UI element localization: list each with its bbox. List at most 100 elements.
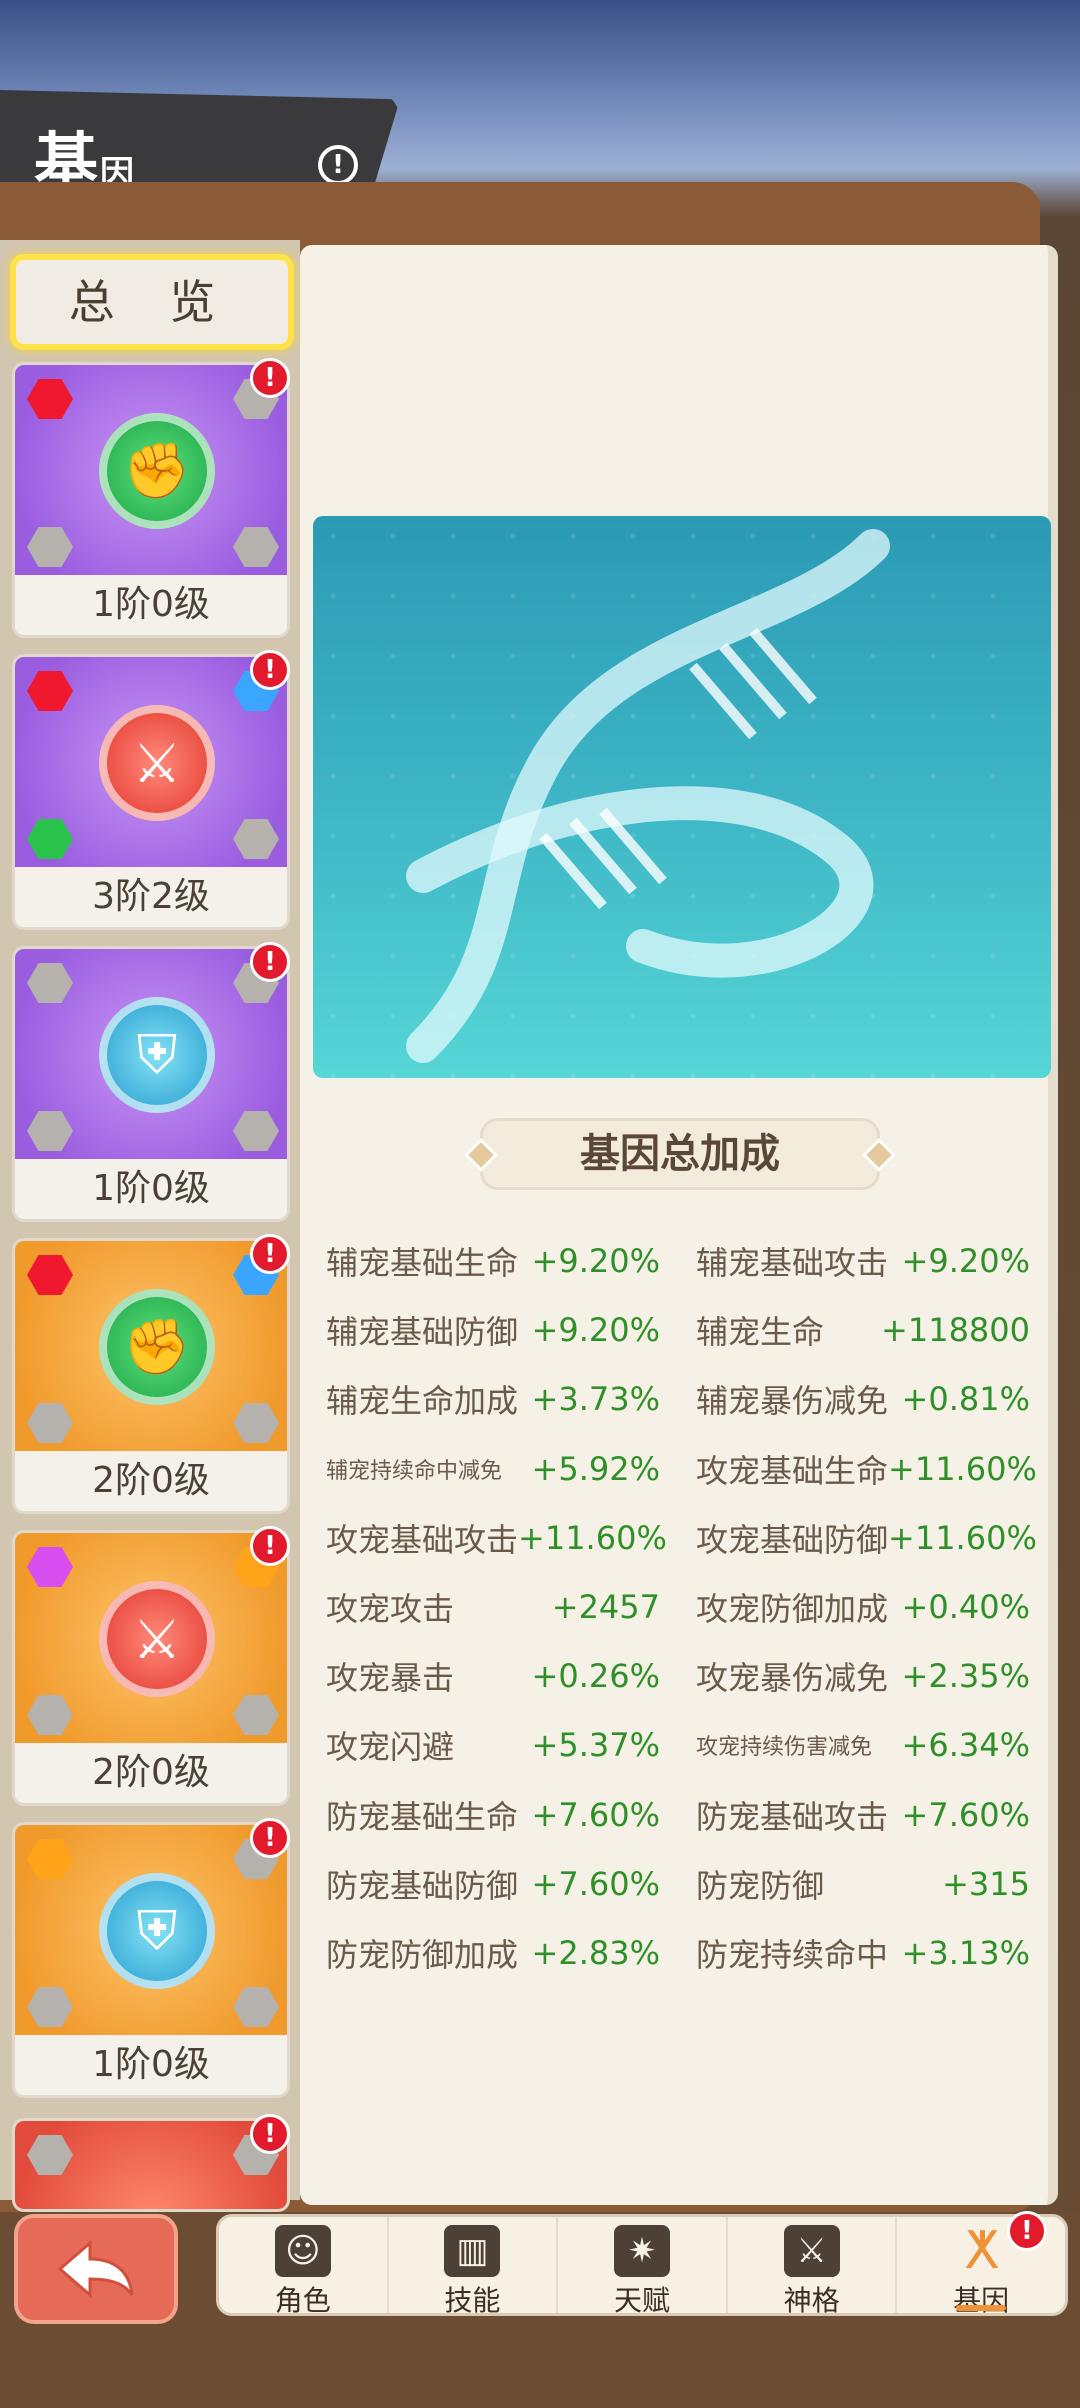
gene-card[interactable]: ✊ 2阶0级: [12, 1238, 290, 1514]
stat-label: 攻宠基础攻击: [326, 1521, 519, 1559]
tab-talent[interactable]: ✷ 天赋: [558, 2217, 728, 2317]
stat-label: 辅宠暴伤减免: [696, 1382, 889, 1420]
tab-character[interactable]: ☺ 角色: [219, 2217, 389, 2317]
stat-label: 攻宠闪避: [326, 1728, 455, 1766]
stat-label: 攻宠暴击: [326, 1659, 455, 1697]
gene-card[interactable]: ⛨ 1阶0级: [12, 946, 290, 1222]
stat-label: 辅宠基础攻击: [696, 1244, 889, 1282]
stat-label: 防宠防御: [696, 1867, 825, 1905]
alert-icon: !: [1006, 2211, 1047, 2251]
stat-row: 辅宠基础防御 +9.20%: [326, 1301, 660, 1359]
info-icon[interactable]: !: [318, 145, 358, 185]
stat-value: +6.34%: [901, 1726, 1030, 1764]
stat-label: 防宠防御加成: [326, 1936, 519, 1974]
section-title: 基因总加成: [580, 1131, 780, 1177]
stat-row: 攻宠防御加成 +0.40%: [696, 1578, 1030, 1636]
stat-label: 防宠持续命中: [696, 1936, 889, 1974]
stat-row: 攻宠基础生命 +11.60%: [696, 1440, 1037, 1498]
stat-value: +315: [942, 1865, 1030, 1903]
stat-value: +9.20%: [531, 1242, 660, 1280]
crossed-swords-icon: ⚔: [99, 705, 215, 821]
stat-row: 辅宠基础生命 +9.20%: [326, 1232, 660, 1290]
tab-label: 天赋: [613, 2284, 670, 2317]
divinity-icon: ⚔: [783, 2225, 840, 2277]
sword-shield-icon: ⛨: [99, 997, 215, 1113]
stat-value: +9.20%: [531, 1311, 660, 1349]
stat-label: 辅宠生命: [696, 1313, 825, 1351]
back-button[interactable]: [14, 2214, 178, 2324]
gene-card-level: 1阶0级: [92, 584, 210, 625]
stat-row: 防宠基础生命 +7.60%: [326, 1786, 660, 1844]
stat-row: 攻宠基础攻击 +11.60%: [326, 1509, 667, 1567]
stat-row: 辅宠生命 +118800: [696, 1301, 1030, 1359]
stat-row: 防宠基础防御 +7.60%: [326, 1855, 660, 1913]
tab-label: 角色: [274, 2284, 331, 2317]
bottom-tabs: ☺ 角色 ▥ 技能 ✷ 天赋 ⚔ 神格 ⵅ 基因 !: [216, 2211, 1068, 2317]
stat-row: 辅宠持续命中减免 +5.92%: [326, 1440, 660, 1498]
stat-row: 攻宠暴伤减免 +2.35%: [696, 1647, 1030, 1705]
alert-icon: !: [250, 358, 290, 398]
tab-gene[interactable]: ⵅ 基因 !: [897, 2211, 1065, 2317]
dna-banner-image: [313, 516, 1051, 1078]
stat-row: 攻宠暴击 +0.26%: [326, 1647, 660, 1705]
gene-card[interactable]: ⛨ 1阶0级: [12, 1822, 290, 2098]
stat-value: +11.60%: [888, 1519, 1037, 1557]
skill-book-icon: ▥: [444, 2225, 501, 2277]
stat-label: 防宠基础防御: [326, 1867, 519, 1905]
stat-row: 辅宠暴伤减免 +0.81%: [696, 1370, 1030, 1428]
stat-label: 攻宠防御加成: [696, 1590, 889, 1628]
gene-card[interactable]: ⚔ 3阶2级: [12, 654, 290, 930]
stat-row: 攻宠攻击 +2457: [326, 1578, 660, 1636]
stat-value: +11.60%: [518, 1519, 667, 1557]
stat-label: 攻宠基础生命: [696, 1452, 889, 1490]
stat-label: 防宠基础生命: [326, 1798, 519, 1836]
gene-card[interactable]: ⚔ 2阶0级: [12, 1530, 290, 1806]
stat-label: 辅宠基础防御: [326, 1313, 519, 1351]
stat-label: 辅宠基础生命: [326, 1244, 519, 1282]
stat-value: +2457: [551, 1588, 660, 1626]
stat-value: +2.83%: [531, 1934, 660, 1972]
active-tab-indicator: [956, 2305, 1007, 2311]
gene-card-partial[interactable]: [12, 2118, 290, 2212]
stat-row: 辅宠生命加成 +3.73%: [326, 1370, 660, 1428]
tab-label: 神格: [783, 2284, 840, 2317]
stat-value: +5.37%: [531, 1726, 660, 1764]
alert-icon: !: [250, 1234, 290, 1274]
stat-row: 防宠基础攻击 +7.60%: [696, 1786, 1030, 1844]
stat-value: +3.73%: [531, 1380, 660, 1418]
tab-skill[interactable]: ▥ 技能: [389, 2217, 559, 2317]
tab-label: 基因: [953, 2284, 1010, 2317]
stat-label: 辅宠生命加成: [326, 1382, 519, 1420]
stat-label: 攻宠攻击: [326, 1590, 455, 1628]
back-arrow-icon: [57, 2239, 134, 2299]
gene-card-level: 2阶0级: [92, 1752, 210, 1793]
alert-icon: !: [250, 1818, 290, 1858]
stat-value: +9.20%: [901, 1242, 1030, 1280]
crossed-swords-icon: ⚔: [99, 1581, 215, 1697]
stat-value: +3.13%: [901, 1934, 1030, 1972]
sword-shield-icon: ⛨: [99, 1873, 215, 1989]
stat-value: +5.92%: [531, 1450, 660, 1488]
stat-label: 攻宠暴伤减免: [696, 1659, 889, 1697]
fist-bump-icon: ✊: [99, 413, 215, 529]
fist-bump-icon: ✊: [99, 1289, 215, 1405]
stat-value: +0.40%: [901, 1588, 1030, 1626]
section-title-box: 基因总加成: [464, 1118, 896, 1190]
stat-label: 攻宠持续伤害减免: [696, 1735, 873, 1760]
gene-card-level: 3阶2级: [92, 876, 210, 917]
gene-card-level: 2阶0级: [92, 1460, 210, 1501]
stat-row: 辅宠基础攻击 +9.20%: [696, 1232, 1030, 1290]
alert-icon: !: [250, 1526, 290, 1566]
stat-row: 攻宠持续伤害减免 +6.34%: [696, 1716, 1030, 1774]
tab-label: 技能: [444, 2284, 501, 2317]
stat-row: 防宠防御 +315: [696, 1855, 1030, 1913]
overview-button[interactable]: 总 览: [10, 254, 294, 350]
stat-value: +7.60%: [531, 1865, 660, 1903]
stat-row: 防宠持续命中 +3.13%: [696, 1924, 1030, 1982]
gene-card[interactable]: ✊ 1阶0级: [12, 362, 290, 638]
stat-label: 辅宠持续命中减免: [326, 1459, 503, 1484]
stat-value: +0.81%: [901, 1380, 1030, 1418]
stat-label: 攻宠基础防御: [696, 1521, 889, 1559]
tab-divinity[interactable]: ⚔ 神格: [728, 2217, 898, 2317]
stat-value: +7.60%: [531, 1796, 660, 1834]
